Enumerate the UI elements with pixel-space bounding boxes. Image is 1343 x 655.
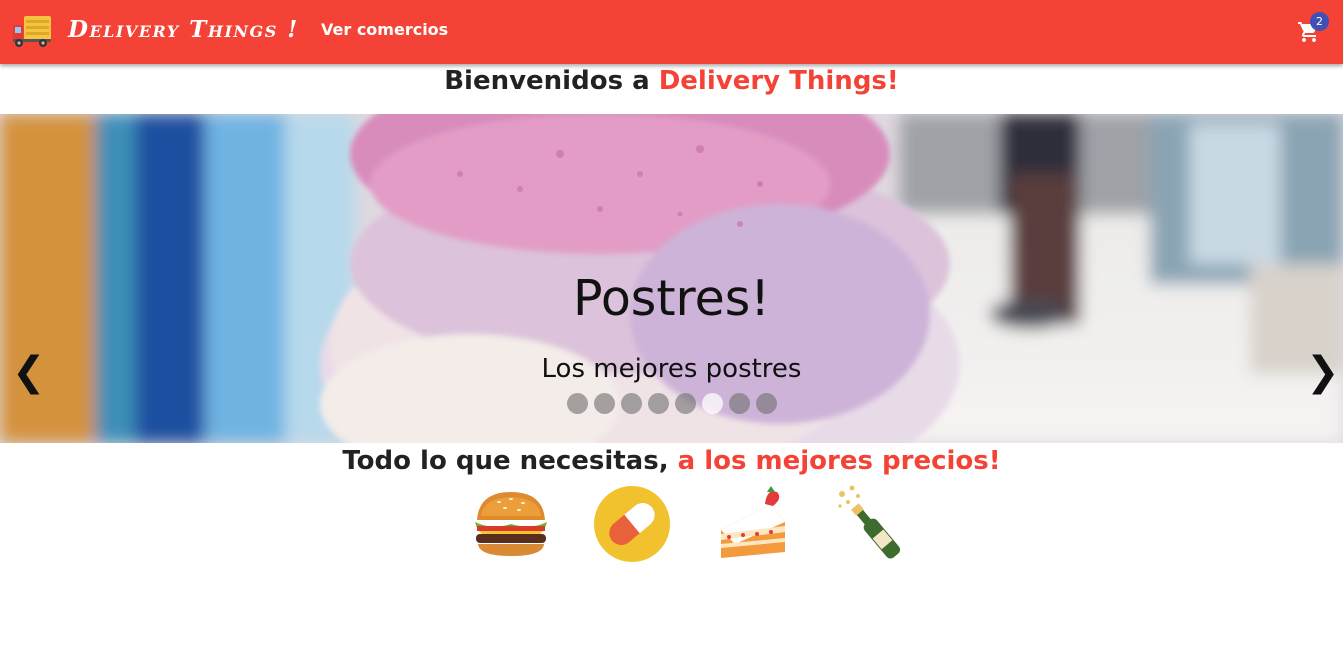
pill-icon[interactable] bbox=[592, 484, 672, 564]
delivery-truck-icon[interactable] bbox=[12, 13, 52, 49]
ver-comercios-link[interactable]: Ver comercios bbox=[321, 20, 448, 39]
tagline-heading: Todo lo que necesitas, a los mejores pre… bbox=[0, 446, 1343, 476]
carousel-dot[interactable] bbox=[756, 393, 777, 414]
cart-count-badge: 2 bbox=[1310, 12, 1329, 31]
carousel-dot[interactable] bbox=[675, 393, 696, 414]
carousel-dot-active[interactable] bbox=[702, 393, 723, 414]
hamburger-icon[interactable] bbox=[471, 484, 551, 564]
carousel-dot[interactable] bbox=[567, 393, 588, 414]
brand-title[interactable]: Delivery Things ! bbox=[68, 16, 299, 43]
carousel-indicators bbox=[567, 393, 777, 414]
hero-carousel[interactable]: ❮ ❯ Postres! Los mejores postres bbox=[0, 114, 1343, 443]
slide-title: Postres! bbox=[573, 270, 770, 327]
welcome-brand-highlight: Delivery Things! bbox=[658, 66, 899, 96]
welcome-heading: Bienvenidos a Delivery Things! bbox=[0, 66, 1343, 96]
carousel-dot[interactable] bbox=[594, 393, 615, 414]
tagline-prefix: Todo lo que necesitas, bbox=[342, 446, 678, 476]
top-app-bar: Delivery Things ! Ver comercios 2 bbox=[0, 0, 1343, 64]
carousel-dot[interactable] bbox=[621, 393, 642, 414]
welcome-prefix: Bienvenidos a bbox=[444, 66, 659, 96]
cake-icon[interactable] bbox=[713, 484, 793, 564]
champagne-icon[interactable] bbox=[834, 484, 914, 564]
tagline-highlight: a los mejores precios! bbox=[677, 446, 1001, 476]
slide-subtitle: Los mejores postres bbox=[541, 354, 802, 384]
carousel-dot[interactable] bbox=[729, 393, 750, 414]
carousel-dot[interactable] bbox=[648, 393, 669, 414]
